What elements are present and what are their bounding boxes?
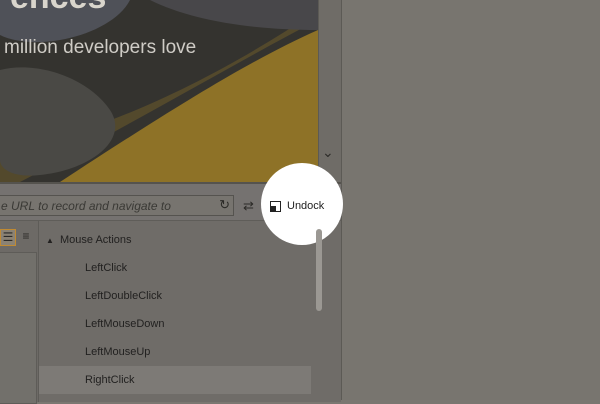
hero-subtitle: million developers love xyxy=(4,37,197,58)
undock-icon xyxy=(270,200,281,212)
hero-image xyxy=(0,0,318,182)
actions-tree: ▲ Mouse Actions LeftClick LeftDoubleClick… xyxy=(39,221,315,402)
list-view-icon[interactable]: ☰ xyxy=(0,229,16,246)
swap-icon[interactable]: ⇄ xyxy=(243,198,254,214)
tree-item[interactable]: LeftMouseUp xyxy=(85,338,150,366)
undock-label: Undock xyxy=(287,200,325,212)
tree-group-label: Mouse Actions xyxy=(60,234,132,246)
refresh-icon[interactable]: ↻ xyxy=(219,197,230,213)
chevron-down-icon[interactable]: ⌄ xyxy=(322,144,334,161)
background-area xyxy=(341,0,600,400)
tree-item[interactable]: LeftClick xyxy=(85,254,127,282)
recorder-toolbar: ↻ ⇄ Undock xyxy=(0,163,343,245)
left-column-body xyxy=(0,252,37,404)
left-column: ☰ ≡ xyxy=(0,221,39,404)
tree-group-mouse-actions[interactable]: ▲ Mouse Actions xyxy=(46,226,132,254)
tree-item[interactable]: LeftMouseDown xyxy=(85,310,165,338)
recorder-panel: ↻ ⇄ Undock ☰ ≡ ▲Mouse Actions LeftClick … xyxy=(0,163,343,404)
tree-scrollbar-thumb[interactable] xyxy=(316,229,322,311)
preview-scrollbar[interactable]: ⌄ xyxy=(318,0,341,182)
tree-item[interactable]: LeftDoubleClick xyxy=(85,282,162,310)
hero-title: ences xyxy=(10,0,106,17)
tree-item-selected[interactable]: RightClick xyxy=(39,366,311,394)
url-field[interactable]: ↻ xyxy=(0,195,234,216)
url-input[interactable] xyxy=(0,196,211,215)
collapse-triangle-icon[interactable]: ▲ xyxy=(46,227,60,255)
undock-button[interactable]: Undock xyxy=(270,200,324,212)
browser-preview: ences million developers love xyxy=(0,0,318,182)
tree-view-icon[interactable]: ≡ xyxy=(19,229,33,244)
